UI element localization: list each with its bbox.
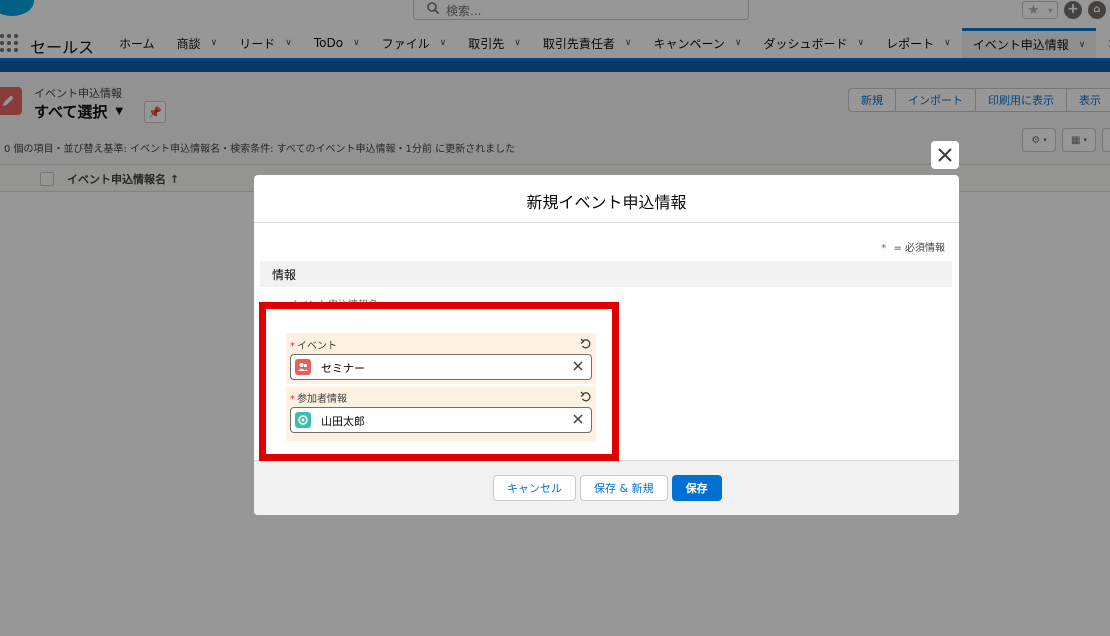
annotation-highlight-box — [259, 302, 619, 461]
save-and-new-button[interactable]: 保存 & 新規 — [580, 475, 668, 501]
modal-footer-buttons: キャンセル 保存 & 新規 保存 — [493, 475, 722, 501]
required-star: * — [881, 243, 887, 254]
section-header-info[interactable]: 情報 — [260, 261, 952, 287]
section-title: 情報 — [272, 268, 297, 282]
close-icon — [938, 148, 952, 162]
modal-close-button[interactable] — [931, 141, 959, 169]
modal-footer: キャンセル 保存 & 新規 保存 — [254, 460, 959, 515]
required-info-note: * = 必須情報 — [881, 239, 945, 254]
modal-title: 新規イベント申込情報 — [254, 175, 959, 223]
save-button[interactable]: 保存 — [671, 475, 722, 501]
required-info-text: = 必須情報 — [893, 243, 945, 254]
cancel-button[interactable]: キャンセル — [493, 475, 576, 501]
